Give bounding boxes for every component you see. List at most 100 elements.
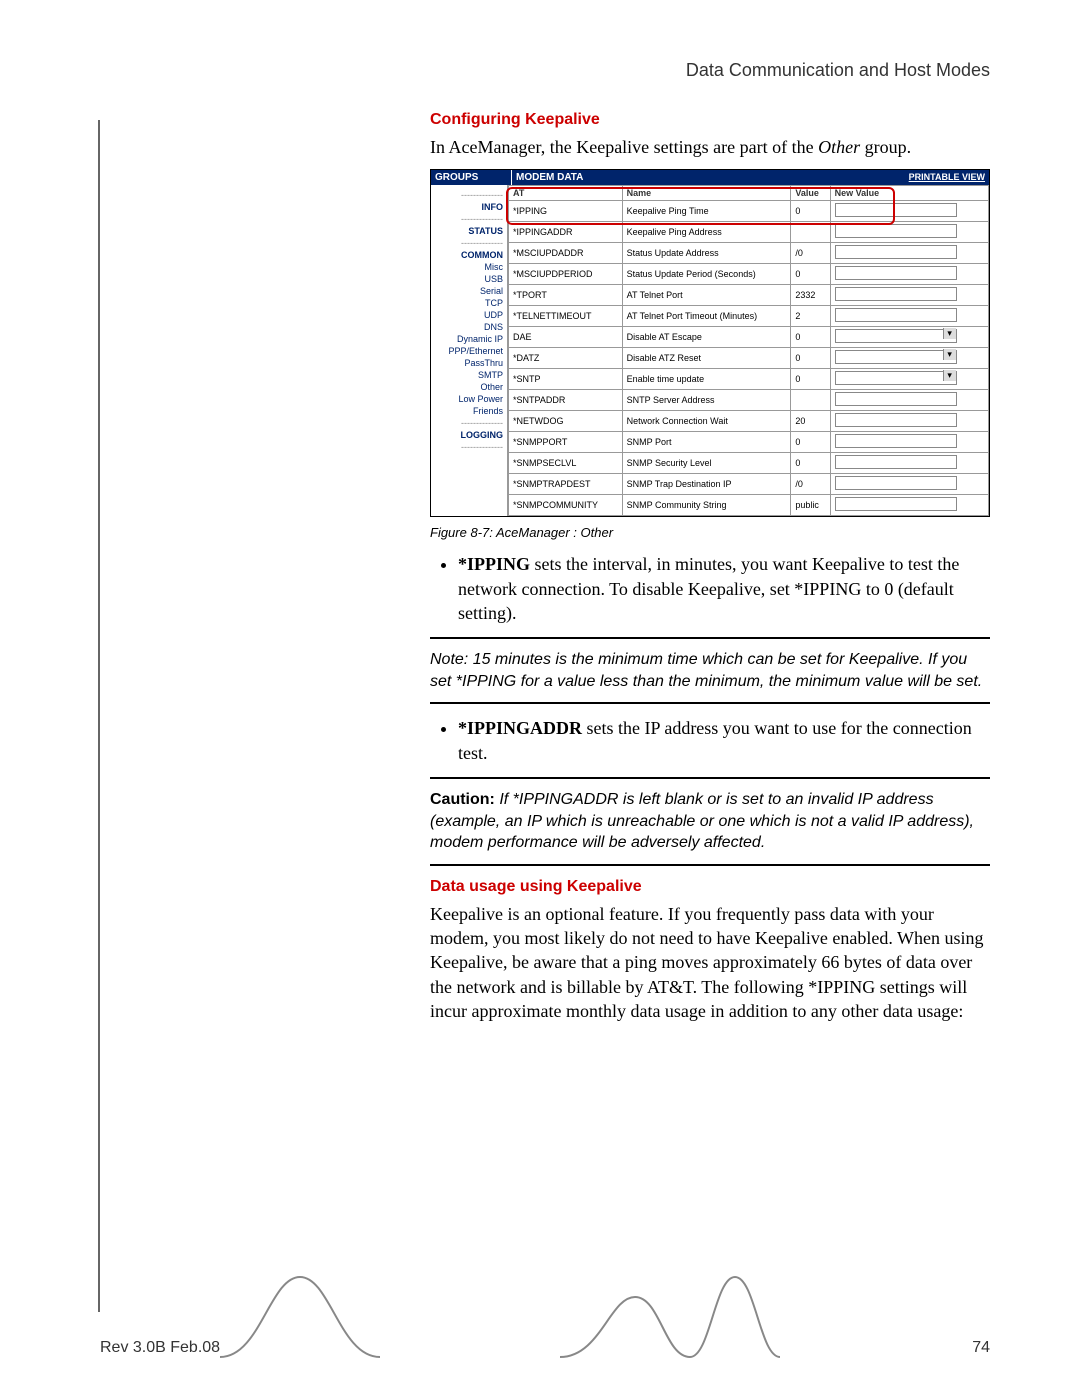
cell-new [830,222,988,243]
intro-text: In AceManager, the Keepalive settings ar… [430,135,990,159]
page-header: Data Communication and Host Modes [100,60,990,81]
cell-value: 0 [791,201,830,222]
new-value-select[interactable] [835,350,957,364]
new-value-input[interactable] [835,224,957,238]
table-row: *SNTPEnable time update0 [509,369,989,390]
table-row: *DATZDisable ATZ Reset0 [509,348,989,369]
cell-new [830,369,988,390]
cell-value: 2 [791,306,830,327]
cell-value: 0 [791,453,830,474]
heading-configuring-keepalive: Configuring Keepalive [430,111,990,129]
cell-value: 2332 [791,285,830,306]
table-row: *IPPINGKeepalive Ping Time0 [509,201,989,222]
table-row: *SNMPCOMMUNITYSNMP Community Stringpubli… [509,495,989,516]
cell-new [830,201,988,222]
cell-new [830,285,988,306]
footer-page: 74 [972,1339,990,1357]
cell-name: SNMP Security Level [622,453,791,474]
cell-name: Enable time update [622,369,791,390]
cell-new [830,495,988,516]
groups-sidebar: --------------INFO--------------STATUS--… [431,185,508,516]
cell-name: Keepalive Ping Address [622,222,791,243]
cell-value: 0 [791,264,830,285]
cell-value [791,390,830,411]
bullet-ippingaddr: *IPPINGADDR sets the IP address you want… [458,716,990,765]
cell-value: 0 [791,432,830,453]
cell-value: public [791,495,830,516]
note-minimum-time: Note: 15 minutes is the minimum time whi… [430,637,990,704]
cell-value: 0 [791,369,830,390]
caution-block: Caution: If *IPPINGADDR is left blank or… [430,777,990,866]
groups-header: GROUPS [431,170,512,185]
new-value-input[interactable] [835,434,957,448]
cell-new [830,411,988,432]
table-row: *SNMPSECLVLSNMP Security Level0 [509,453,989,474]
decorative-wave-right [560,1267,780,1377]
cell-name: Disable AT Escape [622,327,791,348]
modem-data-header: MODEM DATA [512,170,891,185]
cell-new [830,264,988,285]
table-row: DAEDisable AT Escape0 [509,327,989,348]
new-value-input[interactable] [835,455,957,469]
caution-text: If *IPPINGADDR is left blank or is set t… [430,791,974,851]
printable-view-link[interactable]: PRINTABLE VIEW [891,170,989,185]
intro-other: Other [818,137,860,157]
table-row: *SNMPPORTSNMP Port0 [509,432,989,453]
table-row: *SNTPADDRSNTP Server Address [509,390,989,411]
cell-at: *TELNETTIMEOUT [509,306,623,327]
ippingaddr-label: *IPPINGADDR [458,718,582,738]
cell-new [830,306,988,327]
decorative-wave-left [220,1267,380,1377]
table-row: *MSCIUPDPERIODStatus Update Period (Seco… [509,264,989,285]
cell-new [830,474,988,495]
cell-name: AT Telnet Port Timeout (Minutes) [622,306,791,327]
acemanager-screenshot: GROUPS MODEM DATA PRINTABLE VIEW -------… [430,169,990,517]
cell-value: 0 [791,348,830,369]
cell-name: Disable ATZ Reset [622,348,791,369]
new-value-input[interactable] [835,413,957,427]
new-value-select[interactable] [835,371,957,385]
caution-label: Caution: [430,791,495,808]
new-value-input[interactable] [835,245,957,259]
new-value-input[interactable] [835,287,957,301]
cell-value [791,222,830,243]
cell-at: *SNTP [509,369,623,390]
cell-at: *SNMPTRAPDEST [509,474,623,495]
cell-at: *NETWDOG [509,411,623,432]
cell-at: *SNMPSECLVL [509,453,623,474]
new-value-input[interactable] [835,476,957,490]
new-value-input[interactable] [835,497,957,511]
table-row: *NETWDOGNetwork Connection Wait20 [509,411,989,432]
cell-new [830,453,988,474]
new-value-input[interactable] [835,266,957,280]
cell-at: *MSCIUPDADDR [509,243,623,264]
cell-at: DAE [509,327,623,348]
cell-at: *MSCIUPDPERIOD [509,264,623,285]
new-value-input[interactable] [835,203,957,217]
ipping-label: *IPPING [458,554,530,574]
new-value-select[interactable] [835,329,957,343]
cell-value: /0 [791,474,830,495]
heading-data-usage: Data usage using Keepalive [430,878,990,896]
table-row: *TELNETTIMEOUTAT Telnet Port Timeout (Mi… [509,306,989,327]
cell-name: SNMP Trap Destination IP [622,474,791,495]
cell-name: Status Update Address [622,243,791,264]
cell-at: *IPPINGADDR [509,222,623,243]
cell-name: AT Telnet Port [622,285,791,306]
cell-at: *TPORT [509,285,623,306]
data-usage-body: Keepalive is an optional feature. If you… [430,902,990,1023]
intro-a: In AceManager, the Keepalive settings ar… [430,137,818,157]
cell-name: Status Update Period (Seconds) [622,264,791,285]
cell-value: /0 [791,243,830,264]
cell-value: 20 [791,411,830,432]
cell-name: SNTP Server Address [622,390,791,411]
cell-name: SNMP Port [622,432,791,453]
table-row: *IPPINGADDRKeepalive Ping Address [509,222,989,243]
new-value-input[interactable] [835,392,957,406]
cell-at: *DATZ [509,348,623,369]
cell-new [830,243,988,264]
cell-at: *SNMPPORT [509,432,623,453]
table-row: *SNMPTRAPDESTSNMP Trap Destination IP/0 [509,474,989,495]
left-margin-rule [98,120,100,1312]
new-value-input[interactable] [835,308,957,322]
